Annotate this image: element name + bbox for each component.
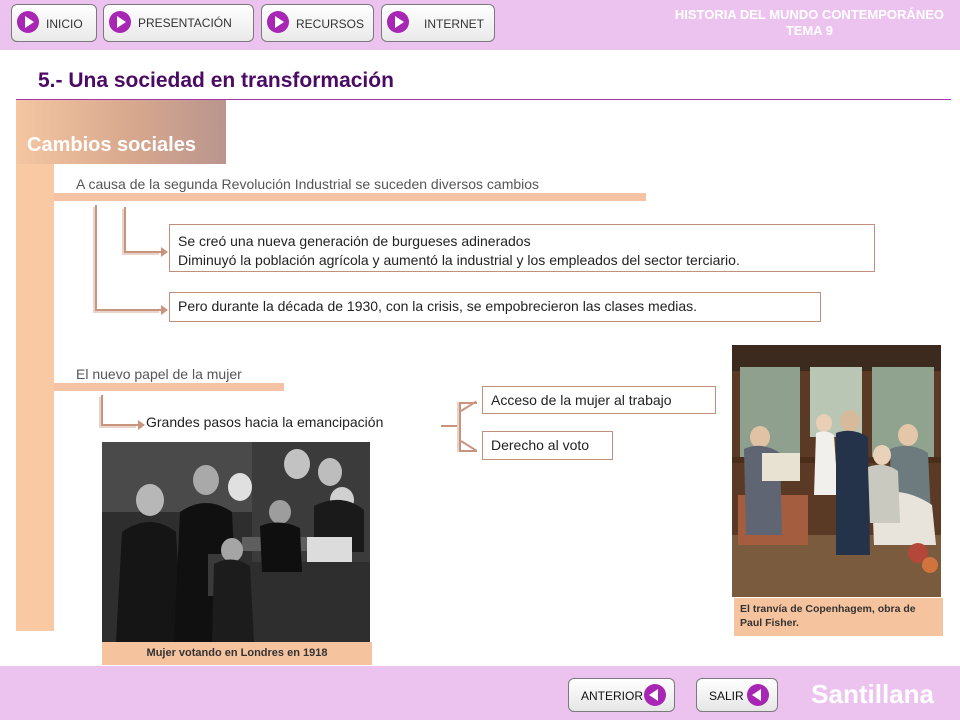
unit-label: TEMA 9 [785, 23, 834, 38]
course-header: HISTORIA DEL MUNDO CONTEMPORÁNEO TEMA 9 [675, 7, 944, 39]
left-accent-bar [16, 164, 54, 631]
topic1-text-line2: Diminuyó la población agrícola y aumentó… [178, 252, 740, 268]
crisis-text: Pero durante la década de 1930, con la c… [178, 298, 698, 314]
nav-inicio-label: INICIO [46, 17, 83, 31]
nav-recursos-button[interactable]: RECURSOS [261, 4, 374, 42]
tram-caption-line1: El tranvía de Copenhagem, obra de [740, 603, 916, 615]
nav-recursos-label: RECURSOS [296, 17, 365, 31]
play-arrow-icon [387, 11, 409, 33]
anterior-button[interactable]: ANTERIOR [568, 678, 675, 712]
play-arrow-icon [267, 11, 289, 33]
nav-presentacion-label: PRESENTACIÓN [138, 16, 232, 30]
topic1-band [54, 193, 646, 201]
back-arrow-icon [747, 684, 769, 706]
topic2-heading: El nuevo papel de la mujer [76, 366, 242, 382]
vote-right-box: Derecho al voto [482, 431, 613, 460]
connector-arrow-icon [124, 207, 168, 257]
london-vote-photo [102, 442, 370, 642]
connector-line [441, 425, 459, 427]
connector-arrow-icon [101, 395, 145, 430]
crisis-textbox: Pero durante la década de 1930, con la c… [169, 292, 821, 322]
anterior-label: ANTERIOR [581, 689, 644, 703]
salir-label: SALIR [709, 689, 744, 703]
nav-internet-label: INTERNET [424, 17, 484, 31]
page-title: 5.- Una sociedad en transformación [38, 69, 394, 92]
topic1-heading: A causa de la segunda Revolución Industr… [76, 176, 540, 192]
nav-inicio-button[interactable]: INICIO [11, 4, 97, 42]
play-arrow-icon [17, 11, 39, 33]
work-access-box: Acceso de la mujer al trabajo [482, 386, 716, 414]
emancipation-label: Grandes pasos hacia la emancipación [146, 414, 384, 430]
course-title: HISTORIA DEL MUNDO CONTEMPORÁNEO [674, 7, 944, 22]
london-photo-caption: Mujer votando en Londres en 1918 [102, 642, 372, 665]
brand-logo: Santillana [811, 679, 934, 709]
section-label: Cambios sociales [27, 134, 196, 156]
topic1-text-line1: Se creó una nueva generación de burguese… [178, 233, 531, 249]
topic1-textbox: Se creó una nueva generación de burguese… [169, 224, 875, 272]
play-arrow-icon [109, 11, 131, 33]
work-access-label: Acceso de la mujer al trabajo [491, 392, 672, 408]
nav-presentacion-button[interactable]: PRESENTACIÓN [103, 4, 254, 42]
nav-internet-button[interactable]: INTERNET [381, 4, 495, 42]
tram-caption-line2: Paul Fisher. [740, 617, 799, 629]
copenhagen-tram-painting [732, 345, 941, 597]
back-arrow-icon [644, 684, 666, 706]
salir-button[interactable]: SALIR [696, 678, 778, 712]
tram-painting-caption: El tranvía de Copenhagem, obra de Paul F… [734, 598, 943, 636]
topic2-band [54, 383, 284, 391]
london-caption-text: Mujer votando en Londres en 1918 [146, 647, 328, 659]
vote-right-label: Derecho al voto [491, 437, 590, 453]
